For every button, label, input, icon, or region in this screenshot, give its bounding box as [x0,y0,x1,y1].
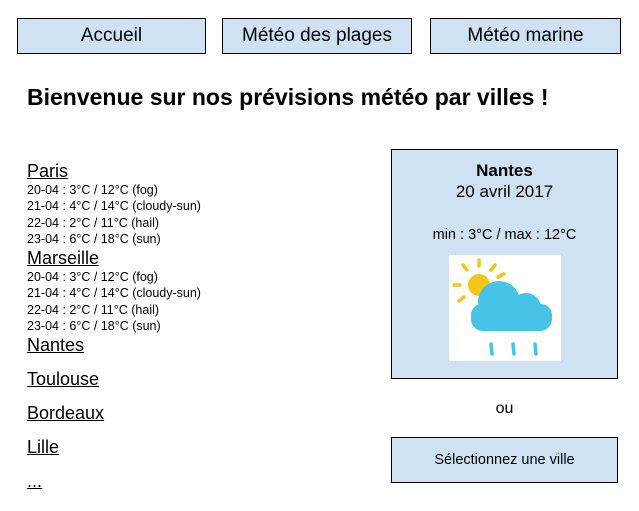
forecast-line: 22-04 : 2°C / 11°C (hail) [27,215,160,230]
city-item-bordeaux: Bordeaux [27,402,367,436]
city-item-paris: Paris 20-04 : 3°C / 12°C (fog) 21-04 : 4… [27,160,367,247]
or-separator: ou [495,400,514,417]
nav-home-button[interactable]: Accueil [17,18,206,54]
city-link-lille[interactable]: Lille [27,436,367,458]
forecast-line: 20-04 : 3°C / 12°C (fog) [27,183,158,197]
cloud-icon [471,281,552,331]
forecast-line: 22-04 : 2°C / 11°C (hail) [27,302,160,317]
forecast-line: 21-04 : 4°C / 14°C (cloudy-sun) [27,286,201,301]
city-item-nantes: Nantes [27,334,367,368]
forecast-line: 23-04 : 6°C / 18°C (sun) [27,319,161,334]
city-link-bordeaux[interactable]: Bordeaux [27,402,367,424]
city-link-marseille[interactable]: Marseille [27,247,367,269]
city-item-more: ... [27,470,367,504]
forecast-line: 21-04 : 4°C / 14°C (cloudy-sun) [27,199,201,214]
nav-beach-weather-button[interactable]: Météo des plages [222,18,412,54]
city-link-toulouse[interactable]: Toulouse [27,368,367,390]
city-item-lille: Lille [27,436,367,470]
select-city-button[interactable]: Sélectionnez une ville [391,437,618,483]
nav-marine-weather-button[interactable]: Météo marine [430,18,621,54]
city-link-nantes[interactable]: Nantes [27,334,367,356]
forecast-line: 20-04 : 3°C / 12°C (fog) [27,270,158,285]
weather-card: Nantes 20 avril 2017 min : 3°C / max : 1… [391,149,618,379]
forecast-list: 20-04 : 3°C / 12°C (fog) 21-04 : 4°C / 1… [27,269,367,334]
card-date: 20 avril 2017 [455,182,554,201]
rain-icon [489,342,538,356]
card-temperature: min : 3°C / max : 12°C [432,227,577,243]
card-city-name: Nantes [476,161,533,180]
cloudy-sun-rain-icon [449,255,561,361]
forecast-line: 23-04 : 6°C / 18°C (sun) [27,231,161,246]
city-item-toulouse: Toulouse [27,368,367,402]
city-link-paris[interactable]: Paris [27,160,367,182]
page-title: Bienvenue sur nos prévisions météo par v… [27,84,549,110]
city-list: Paris 20-04 : 3°C / 12°C (fog) 21-04 : 4… [27,160,367,504]
forecast-list: 20-04 : 3°C / 12°C (fog) 21-04 : 4°C / 1… [27,182,367,247]
city-item-marseille: Marseille 20-04 : 3°C / 12°C (fog) 21-04… [27,247,367,334]
city-link-more[interactable]: ... [27,470,367,492]
